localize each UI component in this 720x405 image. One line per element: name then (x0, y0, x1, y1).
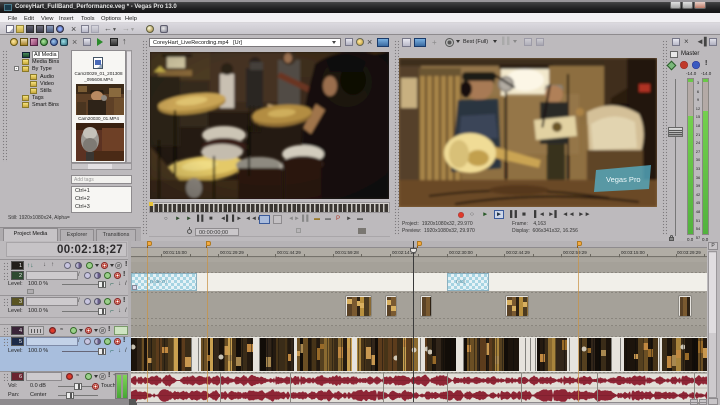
svg-text:Vegas Pro: Vegas Pro (606, 175, 641, 184)
